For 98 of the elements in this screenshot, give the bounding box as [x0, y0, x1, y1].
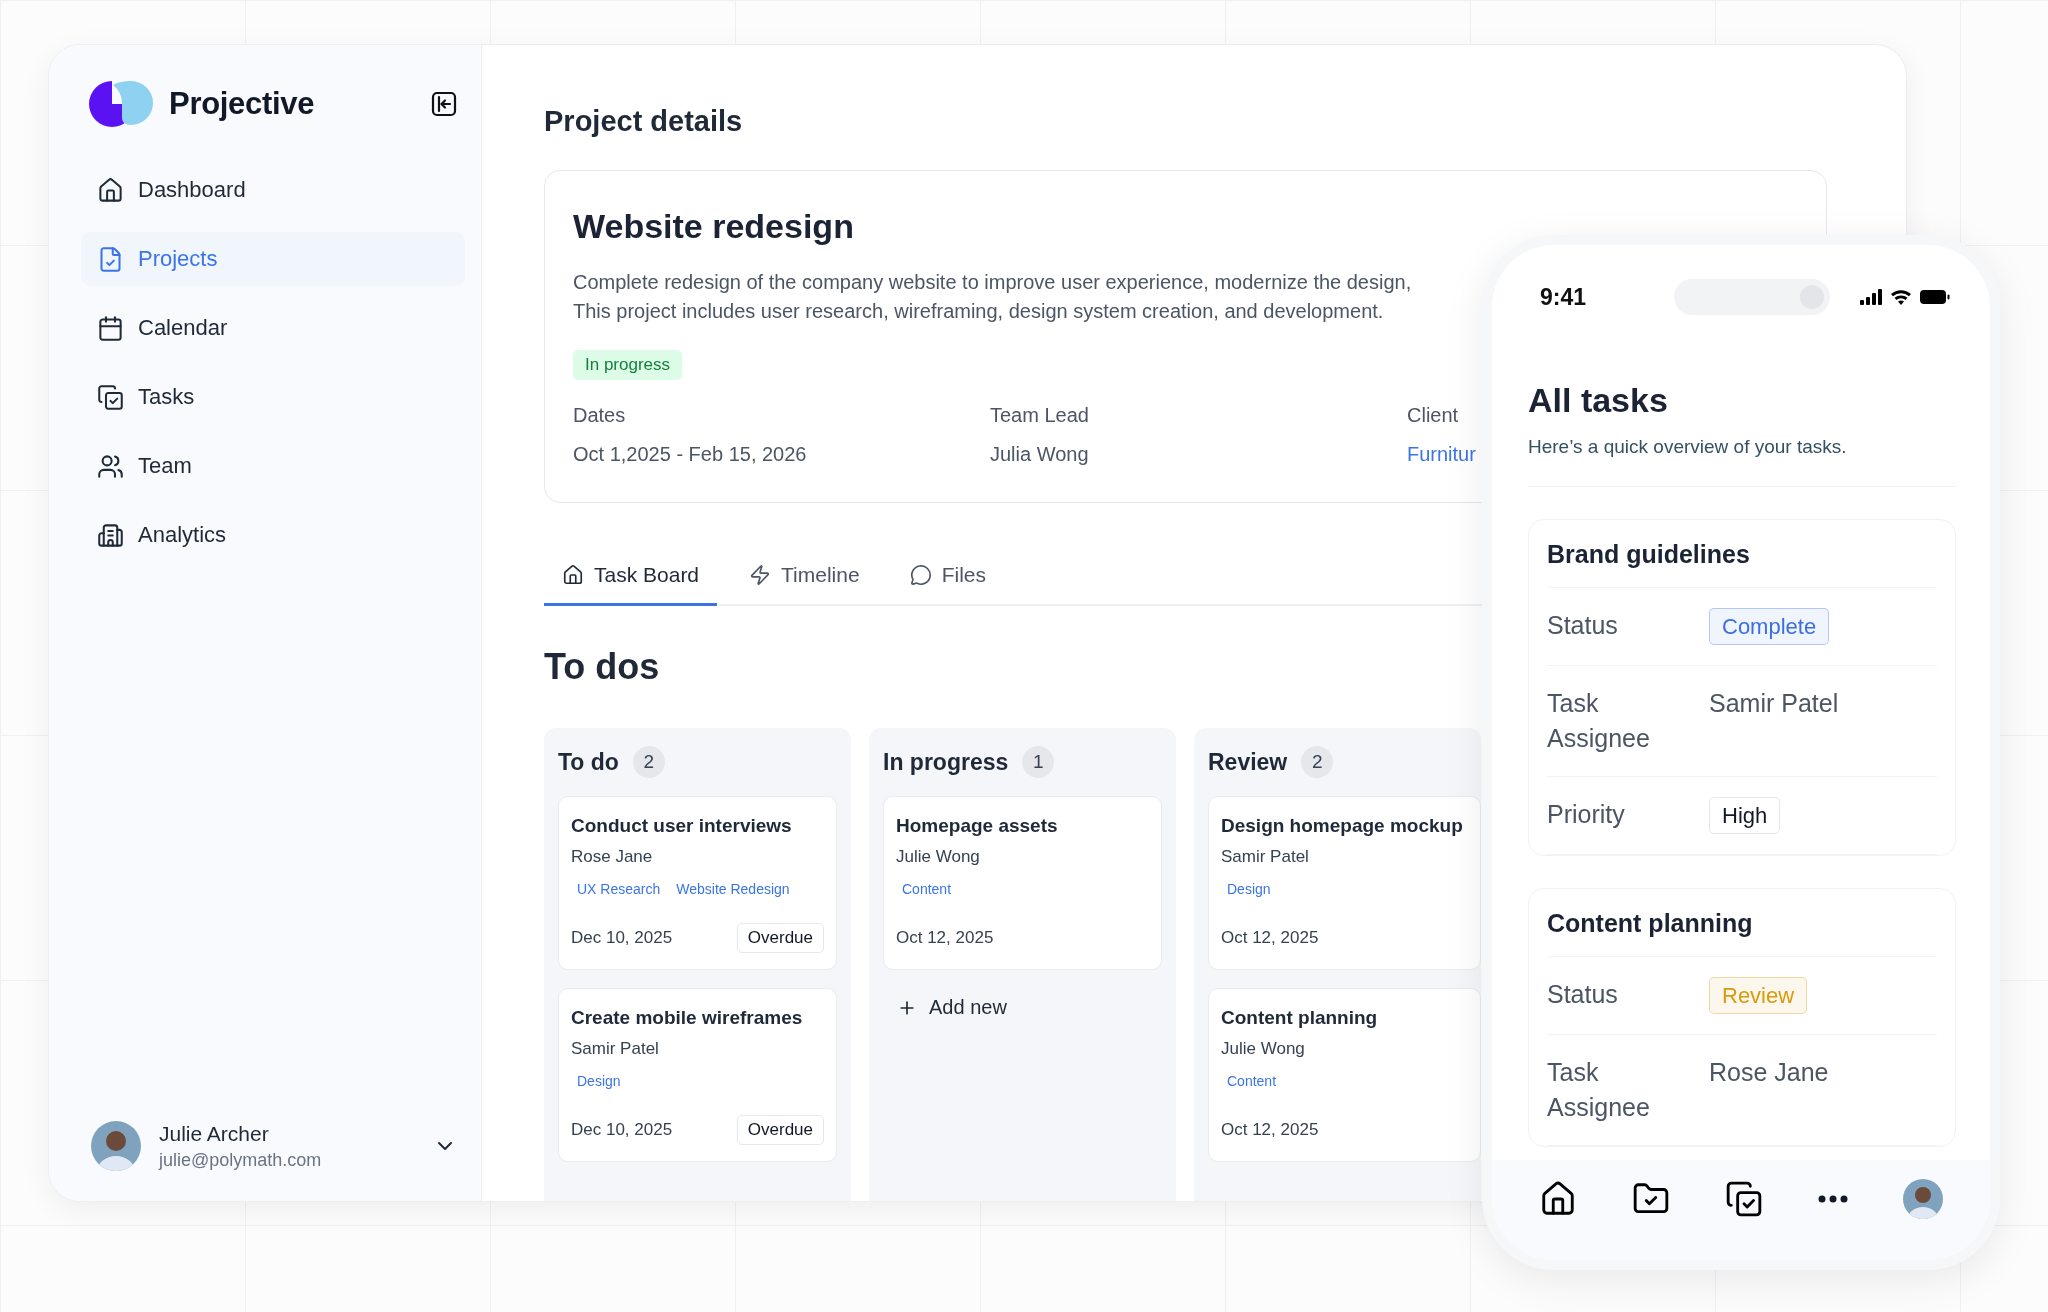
field-label: Team Lead [990, 404, 1089, 427]
task-card[interactable]: Content planning Status Review Task Assignee Rose Jane [1528, 888, 1956, 1147]
status-badge: Review [1709, 977, 1808, 1014]
client-link[interactable]: Furnitur [1407, 443, 1476, 466]
sidebar-item[interactable]: Tasks [81, 370, 465, 424]
count-badge: 2 [632, 746, 665, 778]
column-title: Review [1208, 748, 1288, 776]
more-button[interactable] [1817, 1195, 1848, 1203]
status-time: 9:41 [1540, 283, 1587, 311]
task-card[interactable]: Create mobile wireframes Samir Patel Design Dec 10, 2025 Overdue [558, 988, 837, 1162]
tag: Website Redesign [676, 877, 790, 901]
board-title: To dos [544, 646, 660, 688]
sidebar-item[interactable]: Projects [81, 232, 465, 286]
task-card[interactable]: Design homepage mockup Samir Patel Design Oct 12, 2025 [1208, 796, 1481, 970]
field-label: Dates [573, 404, 626, 427]
building-icon [97, 521, 124, 549]
row-label: Priority [1547, 799, 1626, 830]
tasks-icon [97, 383, 124, 411]
screen-title: All tasks [1528, 381, 1669, 420]
add-new-button[interactable]: Add new [883, 988, 1021, 1027]
user-name: Julie Archer [159, 1121, 270, 1146]
field-value: Oct 1,2025 - Feb 15, 2026 [573, 443, 807, 466]
project-description: This project includes user research, wireframing, design system creation, and development. [573, 299, 1384, 324]
task-title: Design homepage mockup [1221, 815, 1464, 837]
battery-icon [1920, 290, 1950, 304]
tag: Design [1227, 877, 1271, 901]
assignee-name: Julie Wong [1221, 1039, 1306, 1059]
due-date: Dec 10, 2025 [571, 928, 673, 948]
column-title: To do [558, 748, 619, 776]
screen-subtitle: Here’s a quick overview of your tasks. [1528, 436, 1848, 458]
task-title: Create mobile wireframes [571, 1007, 804, 1029]
task-title: Content planning [1221, 1007, 1379, 1029]
profile-button[interactable] [1902, 1179, 1943, 1219]
field-label: Client [1407, 404, 1459, 427]
user-email: julie@polymath.com [159, 1149, 323, 1171]
row-value: Samir Patel [1709, 688, 1840, 719]
app-name: Projective [169, 86, 316, 122]
project-title: Website redesign [573, 207, 854, 246]
count-badge: 2 [1301, 746, 1334, 778]
sidebar-item[interactable]: Team [81, 439, 465, 493]
collapse-sidebar-button[interactable] [431, 91, 457, 117]
home-icon [97, 176, 124, 204]
chat-bubble-icon [909, 564, 932, 586]
overdue-badge: Overdue [736, 923, 824, 953]
avatar [1902, 1179, 1943, 1219]
field-value: Julia Wong [990, 443, 1089, 466]
assignee-name: Julie Wong [896, 847, 981, 867]
users-icon [97, 452, 124, 480]
sidebar-item[interactable]: Dashboard [81, 163, 465, 217]
project-description: Complete redesign of the company website to improve user experience, modernize the design, [573, 270, 1412, 295]
row-label: Task Assignee [1547, 688, 1651, 754]
count-badge: 1 [1022, 746, 1055, 778]
lightning-icon [749, 564, 772, 586]
row-label: Status [1547, 610, 1619, 641]
sidebar-item[interactable]: Analytics [81, 508, 465, 562]
due-date: Oct 12, 2025 [1221, 1120, 1319, 1140]
due-date: Oct 12, 2025 [1221, 928, 1319, 948]
tab[interactable]: Files [891, 563, 1004, 606]
status-badge: In progress [573, 350, 683, 380]
priority-badge: High [1709, 797, 1781, 834]
assignee-name: Rose Jane [571, 847, 654, 867]
logo-icon [89, 81, 153, 127]
tag: Content [902, 877, 952, 901]
status-badge: Complete [1709, 608, 1830, 645]
task-card[interactable]: Brand guidelines Status Complete Task Assignee Samir Patel Priority High [1528, 519, 1956, 856]
tab[interactable]: Task Board [544, 563, 718, 606]
wifi-icon [1890, 289, 1912, 305]
task-title: Homepage assets [896, 815, 1059, 837]
page-title: Project details [544, 105, 744, 138]
task-card[interactable]: Content planning Julie Wong Content Oct 12, 2025 [1208, 988, 1481, 1162]
tasks-icon [1725, 1180, 1763, 1218]
row-label: Status [1547, 979, 1619, 1010]
due-date: Dec 10, 2025 [571, 1120, 673, 1140]
task-card[interactable]: Homepage assets Julie Wong Content Oct 12, 2025 [883, 796, 1162, 970]
collapse-sidebar-icon [431, 91, 457, 117]
task-title: Content planning [1547, 909, 1937, 957]
row-value: Rose Jane [1709, 1057, 1830, 1088]
avatar [91, 1121, 141, 1171]
due-date: Oct 12, 2025 [896, 928, 994, 948]
overdue-badge: Overdue [736, 1115, 824, 1145]
column-title: In progress [883, 748, 1009, 776]
more-icon [1817, 1195, 1848, 1203]
assignee-name: Samir Patel [1221, 847, 1310, 867]
task-title: Conduct user interviews [571, 815, 793, 837]
tag: Content [1227, 1069, 1277, 1093]
calendar-icon [97, 314, 124, 342]
tasks-button[interactable] [1725, 1180, 1763, 1218]
row-label: Task Assignee [1547, 1057, 1651, 1123]
home-icon [562, 564, 584, 586]
tab[interactable]: Timeline [731, 563, 878, 606]
task-title: Brand guidelines [1547, 540, 1937, 588]
tag: Design [577, 1069, 621, 1093]
task-card[interactable]: Conduct user interviews Rose Jane UX Research Website Redesign Dec 10, 2025 Overdue [558, 796, 837, 970]
document-check-icon [97, 245, 124, 273]
signal-icon [1860, 289, 1882, 305]
tag: UX Research [577, 877, 661, 901]
assignee-name: Samir Patel [571, 1039, 660, 1059]
sidebar-item[interactable]: Calendar [81, 301, 465, 355]
